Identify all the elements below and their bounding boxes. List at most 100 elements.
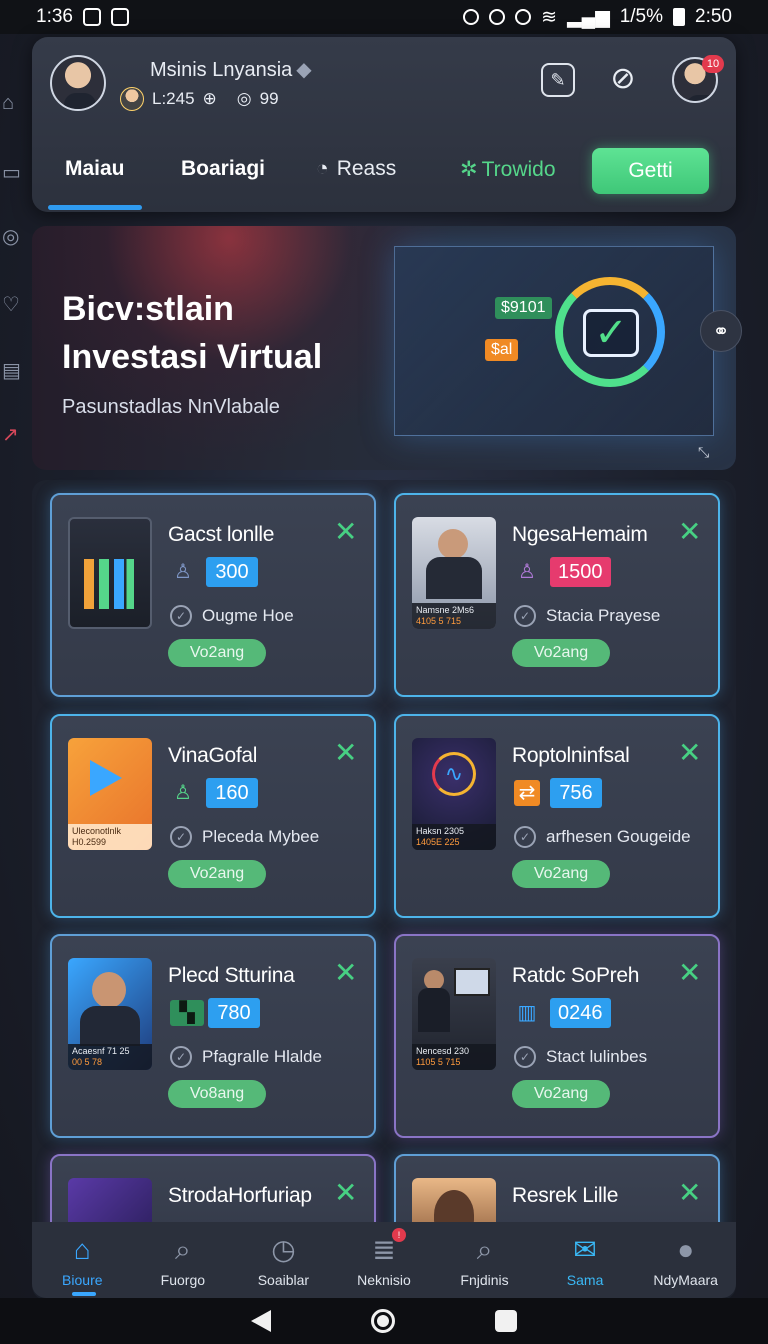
thumb-caption: Haksn 2305 1405E 225 <box>412 824 496 850</box>
back-icon[interactable] <box>251 1310 271 1332</box>
user-name: Msinis Lnyansia ◆ <box>150 57 312 82</box>
thumb-caption: Nencesd 230 1105 5 715 <box>412 1044 496 1070</box>
close-icon[interactable]: ✕ <box>678 1176 701 1209</box>
close-icon[interactable]: ✕ <box>678 515 701 548</box>
get-button[interactable]: Getti <box>592 148 709 194</box>
user-avatar[interactable] <box>50 55 106 111</box>
nav-label: NdyMaara <box>653 1272 718 1288</box>
user-name-text: Msinis Lnyansia <box>150 59 293 81</box>
nav-item-soaiblar[interactable]: ◷ Soaiblar <box>235 1222 331 1288</box>
link-icon: ⚭ <box>712 321 730 343</box>
status-time-left: 1:36 <box>36 6 73 27</box>
desc-text: Stact lulinbes <box>546 1047 648 1066</box>
investment-card[interactable]: Uleconotlnlk H0.2599 VinaGofal ✕ ♙ 160 ✓ … <box>50 714 376 918</box>
card-desc: ✓ Ougme Hoe <box>170 605 294 627</box>
target-button[interactable]: ⊘ <box>605 61 641 97</box>
card-thumbnail-workstation: Nencesd 230 1105 5 715 <box>412 958 496 1070</box>
person-body <box>80 1006 140 1046</box>
card-action-button[interactable]: Vo2ang <box>512 639 610 667</box>
home-button-icon[interactable] <box>371 1309 395 1333</box>
screen-label-mid: $al <box>485 339 519 361</box>
nav-item-fuorgo[interactable]: ⌕ Fuorgo <box>135 1222 231 1288</box>
card-title: Ratdc SoPreh <box>512 964 640 987</box>
bottom-nav: ⌂ Bioure ⌕ Fuorgo ◷ Soaiblar ≣ ! Neknisi… <box>32 1222 736 1298</box>
close-icon[interactable]: ✕ <box>678 956 701 989</box>
card-action-button[interactable]: Vo2ang <box>168 639 266 667</box>
card-title: Plecd Stturina <box>168 964 295 987</box>
investment-card[interactable]: ∿ Haksn 2305 1405E 225 Roptolninfsal ✕ ⇄ … <box>394 714 720 918</box>
location-pin-icon[interactable]: ◎ <box>2 226 24 248</box>
tab-boariagi[interactable]: Boariagi <box>181 157 265 181</box>
edit-button[interactable]: ✎ <box>541 63 575 97</box>
card-stat: ♙ 1500 <box>514 557 611 587</box>
card-title: NgesaHemaim <box>512 523 648 546</box>
card-stat: ▚ 780 <box>170 998 260 1028</box>
check-circle-icon: ✓ <box>170 826 192 848</box>
nav-label: Fnjdinis <box>460 1272 509 1288</box>
tab-reass[interactable]: ◔ Reass <box>316 157 396 181</box>
close-icon[interactable]: ✕ <box>678 736 701 769</box>
hero-banner[interactable]: Bicv:stlain Investasi Virtual Pasunstadl… <box>32 226 736 470</box>
stat-value: 756 <box>550 778 602 808</box>
stat-value: 300 <box>206 557 258 587</box>
close-icon[interactable]: ✕ <box>334 956 357 989</box>
nav-active-indicator <box>72 1292 97 1296</box>
user-icon: ♙ <box>174 782 192 804</box>
recents-icon[interactable] <box>495 1310 517 1332</box>
nav-label: Bioure <box>62 1272 103 1288</box>
desc-text: Pfagralle Hlalde <box>202 1047 323 1066</box>
home-icon[interactable]: ⌂ <box>2 92 24 114</box>
tab-maiau[interactable]: Maiau <box>65 157 125 181</box>
card-desc: ✓ Stact lulinbes <box>514 1046 647 1068</box>
battery-icon <box>673 8 686 26</box>
heart-icon[interactable]: ♡ <box>2 294 24 316</box>
nav-item-bioure[interactable]: ⌂ Bioure <box>34 1222 130 1296</box>
close-icon[interactable]: ✕ <box>334 515 357 548</box>
pulse-logo-icon: ∿ <box>432 752 476 796</box>
close-icon[interactable]: ✕ <box>334 1176 357 1209</box>
investment-card[interactable]: Gacst lonlle ✕ ♙ 300 ✓ Ougme Hoe Vo2ang <box>50 493 376 697</box>
play-icon <box>90 760 122 796</box>
link-button[interactable]: ⚭ <box>700 310 742 352</box>
card-thumbnail-person: Namsne 2Ms6 4105 5 715 <box>412 517 496 629</box>
check-icon: ✓ <box>583 309 639 357</box>
trend-icon[interactable]: ↗ <box>2 424 24 446</box>
card-action-button[interactable]: Vo2ang <box>512 860 610 888</box>
expand-icon[interactable]: ⤡ <box>698 444 709 461</box>
caption-line2: H0.2599 <box>72 837 107 847</box>
wifi-icon: ≋ <box>541 6 558 28</box>
timer-icon: ◷ <box>271 1234 296 1265</box>
calendar-icon[interactable]: ▤ <box>2 360 24 382</box>
nav-label: Fuorgo <box>160 1272 206 1288</box>
caption-line2: 1405E 225 <box>416 837 460 847</box>
stat-value: 160 <box>206 778 258 808</box>
investment-card[interactable]: Acaesnf 71 25 00 5 78 Plecd Stturina ✕ ▚ … <box>50 934 376 1138</box>
caption-line2: 4105 5 715 <box>416 616 462 626</box>
bar-chart-icon <box>84 559 134 609</box>
card-action-button[interactable]: Vo8ang <box>168 1080 266 1108</box>
tab-trowido[interactable]: ✲ Trowido <box>460 157 556 182</box>
stack-icon: ≣ <box>372 1234 396 1265</box>
signal-icon: ▂▄▆ <box>567 6 610 28</box>
card-thumbnail-phone <box>68 517 152 629</box>
store-icon[interactable]: ▭ <box>2 162 24 184</box>
card-desc: ✓ arfhesen Gougeide <box>514 826 691 848</box>
check-circle-icon: ✓ <box>170 605 192 627</box>
card-action-button[interactable]: Vo2ang <box>168 860 266 888</box>
desc-text: Stacia Prayese <box>546 606 661 625</box>
card-action-button[interactable]: Vo2ang <box>512 1080 610 1108</box>
nav-item-fnjdinis[interactable]: ⌕ Fnjdinis <box>437 1222 533 1288</box>
close-icon[interactable]: ✕ <box>334 736 357 769</box>
caption-line1: Uleconotlnlk <box>72 826 122 836</box>
investment-card[interactable]: Namsne 2Ms6 4105 5 715 NgesaHemaim ✕ ♙ 15… <box>394 493 720 697</box>
investment-card[interactable]: Nencesd 230 1105 5 715 Ratdc SoPreh ✕ ▥ 0… <box>394 934 720 1138</box>
battery-percent: 1/5% <box>619 6 664 27</box>
card-title: VinaGofal <box>168 744 258 767</box>
profile-header: Msinis Lnyansia ◆ L:245 ⊕ ◎ 99 ✎ ⊘ 10 Mai… <box>32 37 736 212</box>
nav-item-ndymaara[interactable]: ● NdyMaara <box>638 1222 734 1288</box>
nav-item-sama[interactable]: ✉ Sama <box>537 1222 633 1288</box>
hero-subtitle: Pasunstadlas NnVlabale <box>62 396 280 418</box>
check-circle-icon: ✓ <box>514 1046 536 1068</box>
stat-value: 0246 <box>550 998 611 1028</box>
nav-item-neknisio[interactable]: ≣ ! Neknisio <box>336 1222 432 1288</box>
